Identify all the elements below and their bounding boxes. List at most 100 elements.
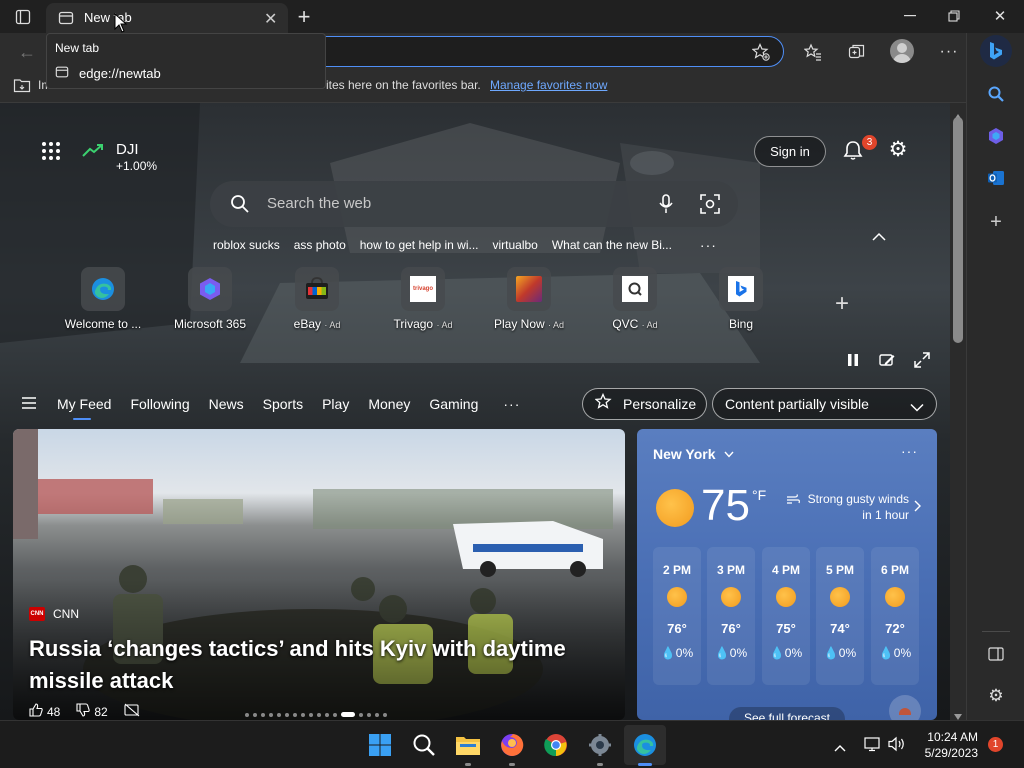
more-tabs-icon[interactable]: ··· — [503, 396, 520, 412]
news-source[interactable]: CNN CNN — [29, 607, 79, 621]
hour-forecast[interactable]: 4 PM 75° 💧0% — [762, 547, 810, 685]
tab-money[interactable]: Money — [368, 396, 410, 412]
import-favorites-icon[interactable] — [13, 77, 31, 98]
search-box[interactable]: Search the web — [210, 181, 738, 227]
tab-news[interactable]: News — [209, 396, 244, 412]
voice-search-icon[interactable] — [658, 194, 674, 219]
weather-card[interactable]: New York ··· 75 °F Strong gusty winds in… — [637, 429, 937, 720]
weather-feedback-icon[interactable] — [889, 695, 921, 720]
trending-item[interactable]: how to get help in wi... — [360, 238, 479, 252]
chrome-icon[interactable] — [540, 729, 572, 761]
settings-more-icon[interactable]: ··· — [936, 39, 962, 65]
tab-new-tab[interactable]: New tab ✕ — [46, 3, 288, 33]
pause-background-icon[interactable] — [846, 353, 860, 372]
carousel-dots[interactable] — [245, 712, 387, 717]
weather-location[interactable]: New York — [653, 445, 734, 463]
ebay-logo-icon — [295, 267, 339, 311]
quick-link-ebay[interactable]: eBay · Ad — [272, 267, 362, 331]
tab-gaming[interactable]: Gaming — [429, 396, 478, 412]
weather-alert[interactable]: Strong gusty winds in 1 hour — [787, 491, 909, 523]
back-button[interactable]: ← — [14, 39, 40, 65]
dislike-icon[interactable] — [76, 703, 91, 720]
sidebar-divider — [982, 631, 1010, 632]
bing-copilot-icon[interactable] — [980, 35, 1012, 67]
edge-sidebar: + ⚙ — [966, 33, 1024, 720]
tab-sports[interactable]: Sports — [263, 396, 303, 412]
feed-menu-icon[interactable] — [21, 396, 37, 415]
clock[interactable]: 10:24 AM 5/29/2023 — [918, 729, 978, 761]
quick-link-play-now[interactable]: Play Now · Ad — [484, 267, 574, 331]
hide-sidebar-icon[interactable] — [983, 641, 1009, 667]
add-favorite-icon[interactable] — [750, 41, 772, 63]
chevron-right-icon[interactable] — [914, 499, 921, 517]
feed-tabs: My Feed Following News Sports Play Money… — [57, 393, 539, 415]
address-bar[interactable] — [300, 36, 784, 67]
file-explorer-icon[interactable] — [452, 729, 484, 761]
manage-favorites-link[interactable]: Manage favorites now — [490, 78, 607, 92]
sidebar-settings-icon[interactable]: ⚙ — [983, 683, 1009, 709]
quick-link-bing[interactable]: Bing — [696, 267, 786, 331]
quick-link-welcome[interactable]: Welcome to ... — [58, 267, 148, 331]
hero-headline[interactable]: Russia ‘changes tactics’ and hits Kyiv w… — [29, 633, 609, 697]
tab-close-icon[interactable]: ✕ — [264, 9, 277, 29]
hour-forecast[interactable]: 2 PM 76° 💧0% — [653, 547, 701, 685]
volume-icon[interactable] — [888, 736, 906, 757]
more-trending-icon[interactable]: ··· — [700, 237, 717, 253]
trending-item[interactable]: ass photo — [294, 238, 346, 252]
quick-link-trivago[interactable]: trivago Trivago · Ad — [378, 267, 468, 331]
tab-play[interactable]: Play — [322, 396, 349, 412]
outlook-sidebar-icon[interactable] — [983, 165, 1009, 191]
tab-actions-icon[interactable] — [12, 6, 34, 28]
new-tab-page: DJI +1.00% Sign in 3 ⚙ Search the web ro… — [0, 103, 950, 720]
weather-more-icon[interactable]: ··· — [901, 443, 918, 459]
trending-item[interactable]: virtualbo — [492, 238, 537, 252]
trivago-logo-icon: trivago — [401, 267, 445, 311]
content-visibility-dropdown[interactable]: Content partially visible — [712, 388, 937, 420]
hour-forecast[interactable]: 3 PM 76° 💧0% — [707, 547, 755, 685]
notification-center-badge[interactable]: 1 — [988, 737, 1003, 752]
start-menu-icon[interactable] — [364, 729, 396, 761]
minimize-button[interactable] — [896, 4, 924, 28]
scroll-thumb[interactable] — [953, 117, 963, 343]
microsoft365-sidebar-icon[interactable] — [983, 123, 1009, 149]
collapse-chevron-icon[interactable] — [872, 229, 886, 247]
edge-taskbar-icon[interactable] — [629, 729, 661, 761]
hour-forecast[interactable]: 5 PM 74° 💧0% — [816, 547, 864, 685]
sign-in-button[interactable]: Sign in — [754, 136, 826, 167]
edit-background-icon[interactable] — [879, 352, 895, 373]
add-quick-link-icon[interactable]: + — [835, 292, 849, 316]
close-window-button[interactable]: ✕ — [986, 4, 1014, 28]
page-settings-icon[interactable]: ⚙ — [886, 138, 910, 162]
like-icon[interactable] — [29, 703, 43, 720]
trending-item[interactable]: roblox sucks — [213, 238, 280, 252]
tab-my-feed[interactable]: My Feed — [57, 396, 111, 412]
personalize-button[interactable]: Personalize — [582, 388, 707, 420]
apps-launcher-icon[interactable] — [41, 141, 63, 163]
hide-story-icon[interactable] — [124, 703, 140, 720]
quick-link-microsoft365[interactable]: Microsoft 365 — [165, 267, 255, 331]
see-full-forecast-button[interactable]: See full forecast — [729, 707, 845, 720]
add-sidebar-app-icon[interactable]: + — [983, 209, 1009, 235]
visual-search-icon[interactable] — [700, 194, 720, 219]
favorites-icon[interactable] — [800, 39, 826, 65]
search-sidebar-icon[interactable] — [983, 81, 1009, 107]
sunny-icon — [830, 587, 850, 607]
quick-link-qvc[interactable]: QVC · Ad — [590, 267, 680, 331]
settings-app-icon[interactable] — [584, 729, 616, 761]
firefox-icon[interactable] — [496, 729, 528, 761]
restore-button[interactable] — [940, 4, 968, 28]
trending-item[interactable]: What can the new Bi... — [552, 238, 672, 252]
expand-icon[interactable] — [914, 352, 930, 373]
page-scrollbar[interactable] — [950, 103, 966, 720]
taskbar-search-icon[interactable] — [408, 729, 440, 761]
stock-ticker[interactable]: DJI +1.00% — [82, 140, 172, 174]
hour-forecast[interactable]: 6 PM 72° 💧0% — [871, 547, 919, 685]
hero-news-card[interactable]: CNN CNN Russia ‘changes tactics’ and hit… — [13, 429, 625, 720]
new-tab-button[interactable]: + — [292, 4, 316, 29]
profile-avatar[interactable] — [890, 39, 914, 63]
show-hidden-icons-chevron[interactable] — [834, 739, 846, 757]
network-icon[interactable] — [864, 736, 882, 757]
search-input[interactable]: Search the web — [267, 195, 371, 212]
tab-following[interactable]: Following — [130, 396, 189, 412]
collections-icon[interactable] — [844, 39, 870, 65]
